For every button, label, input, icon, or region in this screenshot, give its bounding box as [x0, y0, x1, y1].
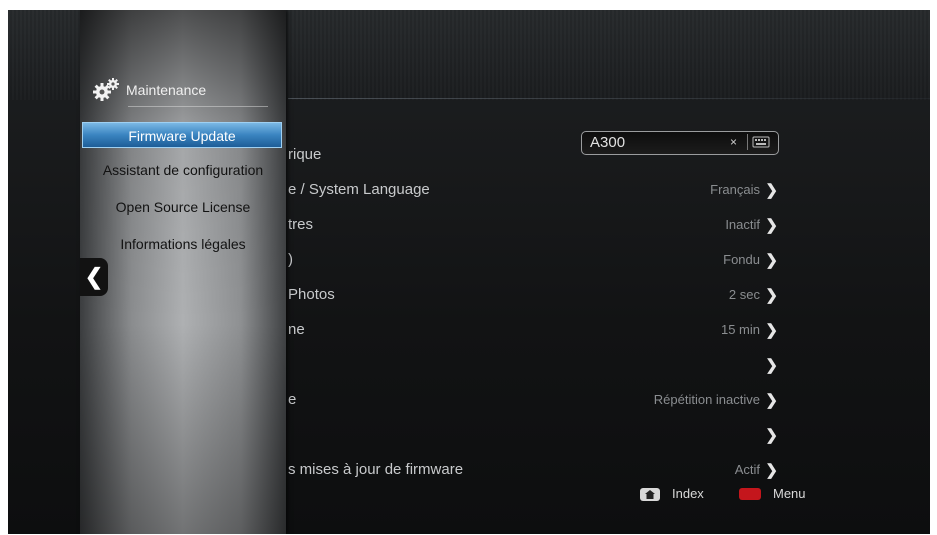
chevron-right-icon: ❯ [765, 462, 778, 479]
chevron-right-icon: ❯ [765, 357, 778, 374]
header-divider [288, 98, 930, 99]
setting-label: Photos [288, 286, 335, 303]
setting-row-6[interactable]: ❯ [288, 350, 778, 380]
setting-value: 2 sec [728, 287, 760, 302]
keyboard-icon[interactable] [747, 134, 776, 150]
setting-value: 15 min [720, 322, 760, 337]
sidebar-header: Maintenance [92, 76, 272, 106]
device-name-value: A300 [590, 134, 626, 151]
setting-row-transition[interactable]: ) Fondu ❯ [288, 245, 778, 275]
chevron-right-icon: ❯ [765, 287, 778, 304]
red-key-icon [739, 488, 761, 500]
setting-label: tres [288, 216, 314, 233]
menu-item-open-source-license[interactable]: Open Source License [80, 194, 286, 220]
chevron-right-icon: ❯ [765, 252, 778, 269]
setting-value: Inactif [725, 217, 760, 232]
sidebar-divider [128, 106, 268, 107]
gear-icon [92, 76, 122, 108]
setting-label: s mises à jour de firmware [288, 461, 464, 478]
setting-label: e [288, 391, 297, 408]
setting-row-timeout[interactable]: ne 15 min ❯ [288, 315, 778, 345]
setting-value: Répétition inactive [653, 392, 760, 407]
menu-hint: Menu [773, 486, 806, 501]
chevron-right-icon: ❯ [765, 322, 778, 339]
back-button[interactable]: ❮ [80, 258, 108, 296]
setting-value: Français [710, 182, 760, 197]
setting-row-language[interactable]: e / System Language Français ❯ [288, 175, 778, 205]
menu-item-setup-assistant[interactable]: Assistant de configuration [80, 157, 286, 183]
device-name-label: rique [288, 146, 322, 163]
maintenance-sidebar: Maintenance Firmware Update Assistant de… [80, 10, 286, 534]
chevron-left-icon: ❮ [84, 264, 104, 289]
chevron-right-icon: ❯ [765, 392, 778, 409]
chevron-right-icon: ❯ [765, 217, 778, 234]
index-hint: Index [672, 486, 704, 501]
menu-item-legal-information[interactable]: Informations légales [80, 231, 286, 257]
setting-row-8[interactable]: ❯ [288, 420, 778, 450]
menu-item-firmware-update[interactable]: Firmware Update [82, 122, 282, 148]
setting-label: e / System Language [288, 181, 430, 198]
chevron-right-icon: ❯ [765, 182, 778, 199]
setting-row-photos[interactable]: Photos 2 sec ❯ [288, 280, 778, 310]
sidebar-title: Maintenance [126, 82, 207, 98]
chevron-right-icon: ❯ [765, 427, 778, 444]
setting-value: Fondu [723, 252, 760, 267]
home-icon [640, 488, 660, 501]
setting-row-repeat[interactable]: e Répétition inactive ❯ [288, 385, 778, 415]
setting-row-firmware-updates[interactable]: s mises à jour de firmware Actif ❯ [288, 455, 778, 485]
tv-screen: rique A300 × e / System Language Françai… [8, 10, 930, 534]
setting-label: ) [288, 251, 293, 268]
setting-value: Actif [734, 462, 760, 477]
setting-label: ne [288, 321, 305, 338]
clear-icon[interactable]: × [730, 135, 737, 149]
device-name-input[interactable]: A300 × [581, 131, 779, 155]
setting-row-subtitles[interactable]: tres Inactif ❯ [288, 210, 778, 240]
